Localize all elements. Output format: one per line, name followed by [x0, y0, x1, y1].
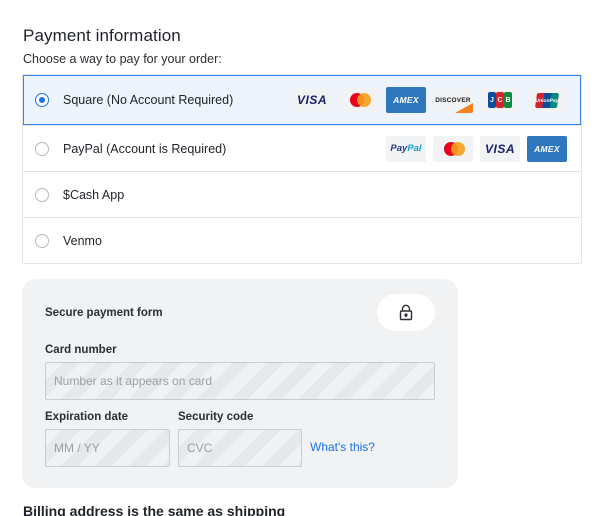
expiration-date-label: Expiration date: [45, 411, 129, 423]
payment-methods-list: Square (No Account Required) VISA AMEX D…: [22, 74, 582, 264]
secure-payment-form: Secure payment form Card number Expirati…: [22, 279, 458, 488]
amex-logo-icon: AMEX: [527, 135, 567, 162]
visa-logo-icon: VISA: [292, 87, 332, 113]
paypal-logos: Pay Pal VISA AMEX: [386, 135, 567, 162]
mastercard-logo-icon: [433, 135, 473, 162]
lock-icon: [377, 294, 435, 331]
page-title: Payment information: [23, 26, 181, 45]
payment-method-venmo[interactable]: Venmo: [23, 217, 581, 263]
whats-this-link[interactable]: What's this?: [310, 440, 375, 454]
radio-cashapp[interactable]: [35, 187, 49, 202]
visa-logo-icon: VISA: [480, 135, 520, 162]
page-subtitle: Choose a way to pay for your order:: [23, 52, 222, 66]
security-code-label: Security code: [178, 411, 254, 423]
security-code-input[interactable]: [178, 429, 302, 467]
radio-square[interactable]: [35, 93, 49, 107]
card-number-input[interactable]: [45, 362, 435, 400]
payment-method-label: PayPal (Account is Required): [63, 141, 227, 156]
paypal-logo-icon: Pay Pal: [386, 135, 426, 162]
payment-method-label: Square (No Account Required): [63, 93, 234, 107]
billing-address-heading: Billing address is the same as shipping: [23, 503, 286, 516]
payment-method-label: Venmo: [63, 233, 102, 248]
payment-method-square[interactable]: Square (No Account Required) VISA AMEX D…: [23, 75, 581, 125]
amex-logo-icon: AMEX: [386, 87, 426, 113]
payment-method-cashapp[interactable]: $Cash App: [23, 171, 581, 217]
payment-method-paypal[interactable]: PayPal (Account is Required) Pay Pal VISA…: [23, 125, 581, 171]
card-number-label: Card number: [45, 344, 117, 356]
card-logos: VISA AMEX DISCOVER J C B UnionPay: [292, 87, 567, 113]
unionpay-logo-icon: UnionPay: [527, 87, 567, 113]
jcb-logo-icon: J C B: [480, 87, 520, 113]
radio-venmo[interactable]: [35, 233, 49, 248]
radio-paypal[interactable]: [35, 141, 49, 156]
payment-method-label: $Cash App: [63, 187, 125, 202]
expiration-date-input[interactable]: [45, 429, 170, 467]
form-title: Secure payment form: [45, 307, 163, 319]
mastercard-logo-icon: [339, 87, 379, 113]
discover-logo-icon: DISCOVER: [433, 87, 473, 113]
